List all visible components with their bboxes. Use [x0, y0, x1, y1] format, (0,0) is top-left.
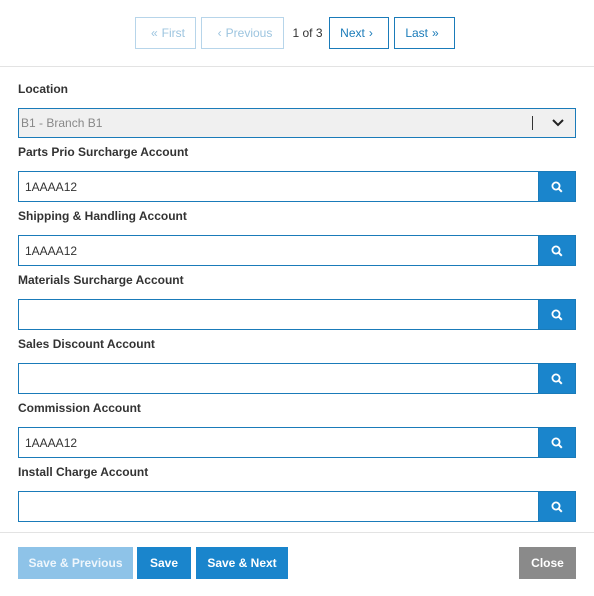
sales-discount-input[interactable]	[18, 363, 538, 394]
parts-prio-surcharge-lookup	[18, 171, 576, 202]
install-charge-lookup	[18, 491, 576, 522]
search-icon	[551, 501, 563, 513]
double-chevron-left-icon: «	[150, 26, 158, 40]
location-label: Location	[18, 82, 68, 96]
select-separator	[532, 116, 533, 130]
shipping-handling-search-button[interactable]	[538, 235, 576, 266]
previous-page-label: Previous	[225, 26, 273, 40]
location-select[interactable]: B1 - Branch B1	[18, 108, 576, 138]
footer-actions: Save & Previous Save Save & Next Close	[18, 547, 576, 579]
materials-surcharge-search-button[interactable]	[538, 299, 576, 330]
shipping-handling-input[interactable]	[18, 235, 538, 266]
close-button[interactable]: Close	[519, 547, 576, 579]
save-button[interactable]: Save	[137, 547, 191, 579]
last-page-button[interactable]: Last »	[393, 17, 455, 49]
save-previous-button[interactable]: Save & Previous	[18, 547, 133, 579]
page-indicator: 1 of 3	[292, 26, 323, 40]
materials-surcharge-lookup	[18, 299, 576, 330]
search-icon	[551, 309, 563, 321]
parts-prio-surcharge-label: Parts Prio Surcharge Account	[18, 145, 189, 159]
install-charge-search-button[interactable]	[538, 491, 576, 522]
commission-lookup	[18, 427, 576, 458]
sales-discount-lookup	[18, 363, 576, 394]
parts-prio-surcharge-input[interactable]	[18, 171, 538, 202]
next-page-button[interactable]: Next ›	[328, 17, 389, 49]
shipping-handling-lookup	[18, 235, 576, 266]
search-icon	[551, 373, 563, 385]
materials-surcharge-input[interactable]	[18, 299, 538, 330]
next-page-label: Next	[340, 26, 365, 40]
commission-input[interactable]	[18, 427, 538, 458]
account-form: Location B1 - Branch B1 Parts Prio Surch…	[18, 81, 576, 522]
sales-discount-search-button[interactable]	[538, 363, 576, 394]
sales-discount-label: Sales Discount Account	[18, 337, 155, 351]
chevron-right-icon: ›	[368, 26, 373, 40]
last-page-label: Last	[405, 26, 429, 40]
location-selected-value: B1 - Branch B1	[21, 116, 103, 130]
commission-search-button[interactable]	[538, 427, 576, 458]
first-page-button[interactable]: « First	[135, 17, 197, 49]
chevron-down-icon[interactable]	[545, 109, 571, 137]
footer-divider	[0, 532, 594, 533]
search-icon	[551, 437, 563, 449]
materials-surcharge-label: Materials Surcharge Account	[18, 273, 184, 287]
previous-page-button[interactable]: ‹ Previous	[201, 17, 285, 49]
double-chevron-right-icon: »	[432, 26, 439, 40]
parts-prio-surcharge-search-button[interactable]	[538, 171, 576, 202]
install-charge-input[interactable]	[18, 491, 538, 522]
header-divider	[0, 66, 594, 67]
first-page-label: First	[161, 26, 185, 40]
chevron-left-icon: ‹	[217, 26, 222, 40]
search-icon	[551, 181, 563, 193]
pager: « First ‹ Previous 1 of 3 Next › Last »	[0, 17, 594, 49]
shipping-handling-label: Shipping & Handling Account	[18, 209, 187, 223]
install-charge-label: Install Charge Account	[18, 465, 149, 479]
commission-label: Commission Account	[18, 401, 141, 415]
save-next-button[interactable]: Save & Next	[196, 547, 288, 579]
search-icon	[551, 245, 563, 257]
